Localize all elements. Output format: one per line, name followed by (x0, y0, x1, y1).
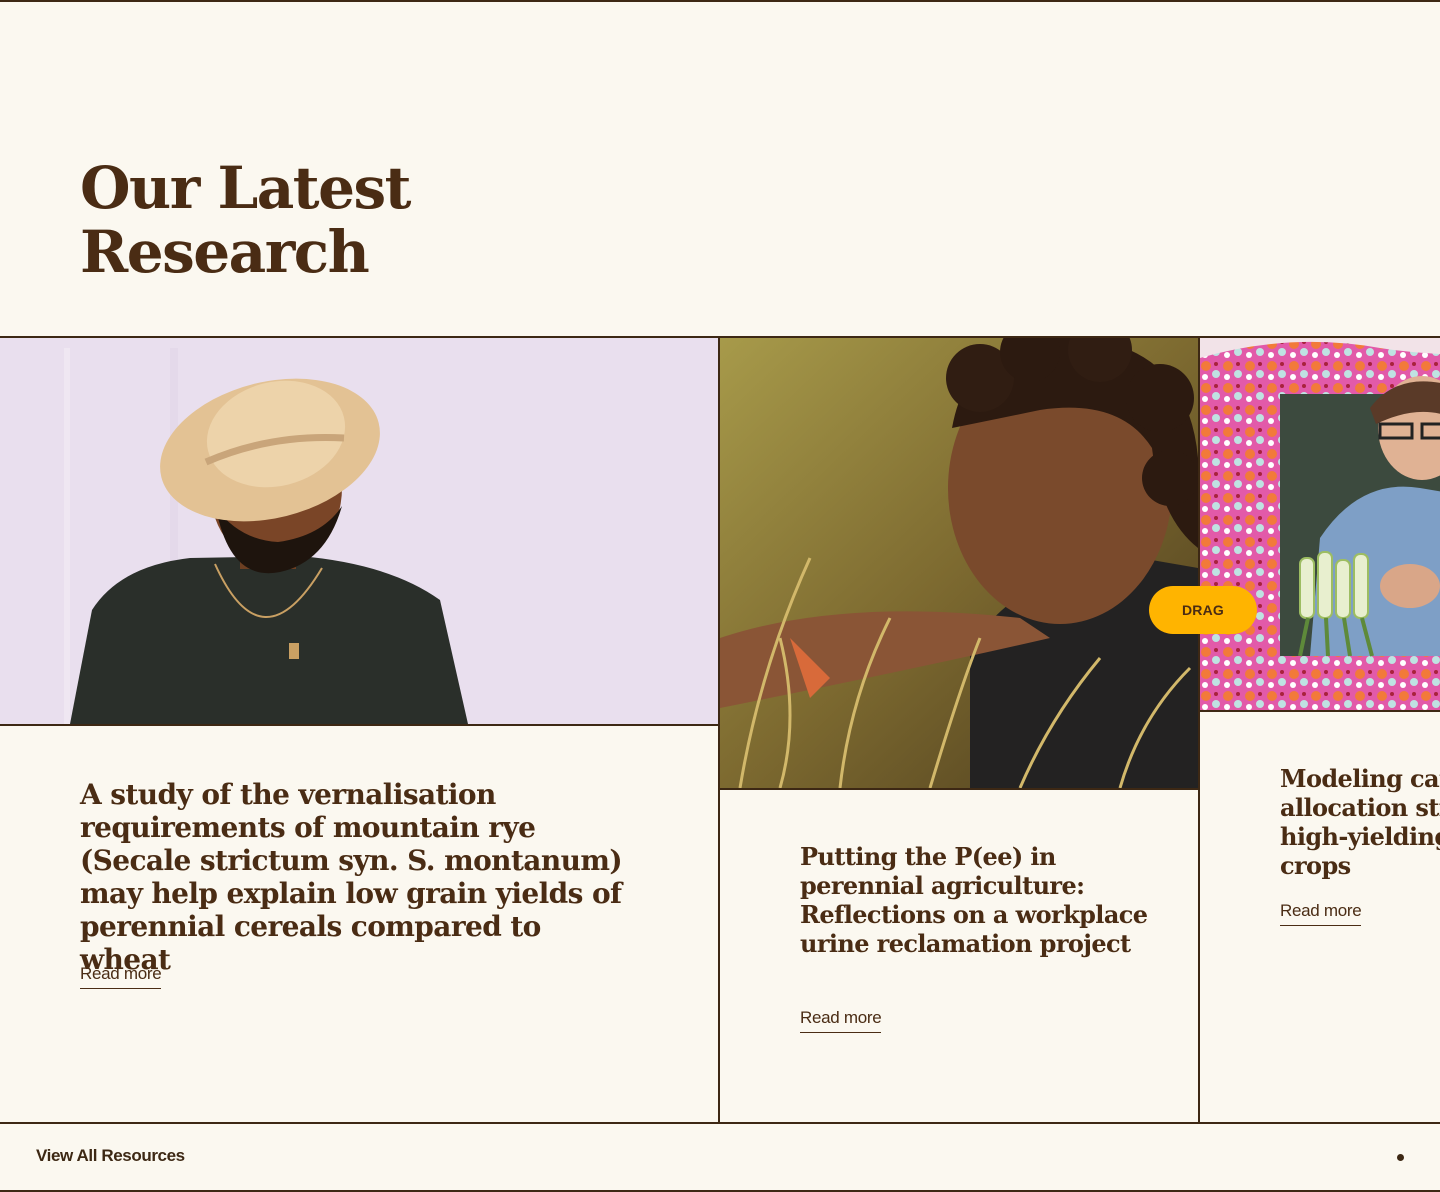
leeks-patterned-illustration (1200, 338, 1440, 710)
read-more-link[interactable]: Read more (1280, 901, 1362, 926)
card-title[interactable]: A study of the vernalisation requirement… (80, 778, 640, 976)
footer-bar: View All Resources (0, 1124, 1440, 1192)
research-card[interactable]: Modeling carbon allocation strategies in… (1200, 338, 1440, 1122)
research-carousel[interactable]: A study of the vernalisation requirement… (0, 336, 1440, 1124)
card-title-line: crops (1280, 851, 1351, 880)
top-divider (0, 0, 1440, 2)
drag-cursor-badge[interactable]: DRAG (1149, 586, 1257, 634)
carousel-pagination-dot[interactable] (1397, 1154, 1404, 1161)
research-card[interactable]: A study of the vernalisation requirement… (0, 338, 720, 1122)
page-title: Our Latest Research (80, 154, 411, 286)
card-title-line: high-yielding (1280, 822, 1440, 851)
read-more-link[interactable]: Read more (80, 964, 162, 989)
card-image-grain-harvest[interactable] (720, 338, 1198, 790)
card-title[interactable]: Modeling carbon allocation strategies in… (1280, 764, 1440, 880)
man-in-hat-illustration (0, 338, 718, 724)
research-card[interactable]: Putting the P(ee) in perennial agricultu… (720, 338, 1200, 1122)
card-image-man-in-hat[interactable] (0, 338, 718, 726)
card-title-line: Modeling carbon (1280, 764, 1440, 793)
card-title-line: allocation strategies in (1280, 793, 1440, 822)
grain-harvest-photo (720, 338, 1198, 788)
view-all-resources-link[interactable]: View All Resources (36, 1146, 185, 1166)
card-title[interactable]: Putting the P(ee) in perennial agricultu… (800, 842, 1160, 958)
card-image-leeks[interactable] (1200, 338, 1440, 712)
read-more-link[interactable]: Read more (800, 1008, 882, 1033)
